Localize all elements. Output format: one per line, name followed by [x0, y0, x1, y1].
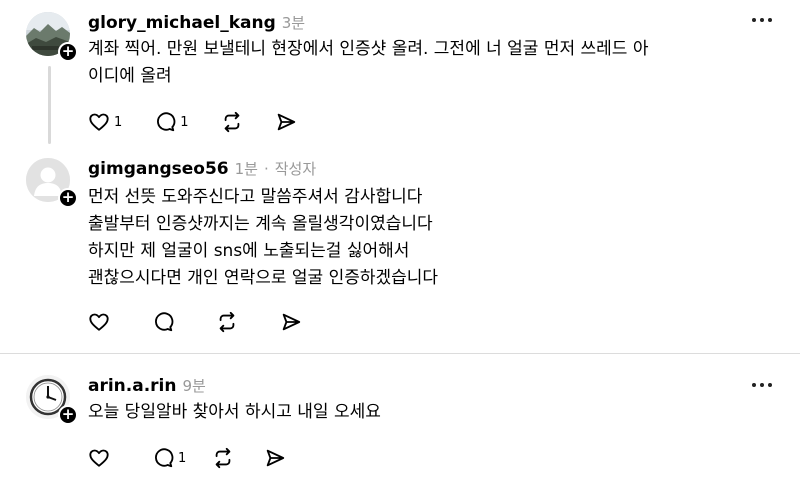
- repost-icon: [215, 447, 231, 469]
- heart-icon: [89, 113, 109, 131]
- timestamp[interactable]: 9분: [183, 375, 206, 396]
- repost-icon: [224, 111, 239, 133]
- heart-icon: [89, 449, 109, 467]
- username[interactable]: glory_michael_kang: [88, 13, 276, 33]
- repost-button[interactable]: [216, 311, 238, 333]
- follow-plus-icon[interactable]: +: [58, 405, 78, 425]
- send-icon: [277, 113, 295, 131]
- post-text-line: 이디에 올려: [88, 66, 172, 86]
- heart-icon: [89, 313, 109, 331]
- post-header: arin.a.rin 9분: [88, 375, 206, 396]
- repost-icon: [219, 311, 235, 333]
- post-divider: [0, 353, 800, 354]
- post-text: 먼저 선뜻 도와주신다고 말씀주셔서 감사합니다 출발부터 인증샷까지는 계속 …: [88, 184, 778, 292]
- timestamp[interactable]: 3분: [282, 12, 305, 33]
- avatar[interactable]: +: [26, 12, 78, 62]
- avatar[interactable]: +: [26, 158, 78, 208]
- speech-bubble-icon: [155, 312, 174, 332]
- post-text: 오늘 당일알바 찾아서 하시고 내일 오세요: [88, 399, 778, 426]
- follow-plus-icon[interactable]: +: [58, 42, 78, 62]
- reply-count: 1: [178, 450, 187, 466]
- speech-bubble-icon: [157, 112, 176, 132]
- follow-plus-icon[interactable]: +: [58, 188, 78, 208]
- more-dots-icon[interactable]: [752, 383, 772, 387]
- thread-connector-line: [48, 66, 51, 144]
- send-icon: [282, 313, 301, 331]
- action-bar: 1: [88, 447, 318, 469]
- reply-count: 1: [180, 114, 189, 130]
- post-header: glory_michael_kang 3분: [88, 12, 305, 33]
- avatar[interactable]: +: [26, 375, 78, 425]
- thread-post-1: + glory_michael_kang 3분 계좌 찍어. 만원 보낼테니 현…: [0, 0, 800, 150]
- post-text-line: 먼저 선뜻 도와주신다고 말씀주셔서 감사합니다: [88, 187, 423, 207]
- like-button[interactable]: [88, 311, 110, 333]
- separator-dot: ·: [263, 160, 269, 178]
- post-text-line: 하지만 제 얼굴이 sns에 노출되는걸 싫어해서: [88, 241, 410, 261]
- action-bar: 1 1: [88, 111, 329, 133]
- reply-button[interactable]: 1: [154, 111, 189, 133]
- share-button[interactable]: [280, 311, 302, 333]
- username[interactable]: gimgangseo56: [88, 159, 229, 179]
- more-dots-icon[interactable]: [752, 18, 772, 22]
- thread-post-2: + gimgangseo56 1분 · 작성자 먼저 선뜻 도와주신다고 말씀주…: [0, 150, 800, 350]
- post-text-line: 괜찮으시다면 개인 연락으로 얼굴 인증하겠습니다: [88, 268, 439, 288]
- reply-button[interactable]: 1: [152, 447, 186, 469]
- post-text: 계좌 찍어. 만원 보낼테니 현장에서 인증샷 올려. 그전에 너 얼굴 먼저 …: [88, 36, 778, 90]
- post-text-line: 출발부터 인증샷까지는 계속 올릴생각이였습니다: [88, 214, 433, 234]
- send-icon: [267, 449, 285, 467]
- post-text-line: 계좌 찍어. 만원 보낼테니 현장에서 인증샷 올려. 그전에 너 얼굴 먼저 …: [88, 39, 649, 59]
- reply-button[interactable]: [152, 311, 174, 333]
- like-count: 1: [114, 114, 123, 130]
- share-button[interactable]: [275, 111, 297, 133]
- share-button[interactable]: [264, 447, 286, 469]
- author-tag: 작성자: [274, 160, 317, 178]
- action-bar: [88, 311, 334, 333]
- repost-button[interactable]: [221, 111, 243, 133]
- post-header: gimgangseo56 1분 · 작성자: [88, 158, 316, 179]
- repost-button[interactable]: [212, 447, 234, 469]
- timestamp[interactable]: 1분: [235, 158, 258, 179]
- like-button[interactable]: 1: [88, 111, 122, 133]
- like-button[interactable]: [88, 447, 110, 469]
- post-text-line: 오늘 당일알바 찾아서 하시고 내일 오세요: [88, 402, 381, 422]
- username[interactable]: arin.a.rin: [88, 376, 177, 396]
- speech-bubble-icon: [155, 448, 174, 468]
- thread-post-3: + arin.a.rin 9분 오늘 당일알바 찾아서 하시고 내일 오세요 1: [0, 365, 800, 485]
